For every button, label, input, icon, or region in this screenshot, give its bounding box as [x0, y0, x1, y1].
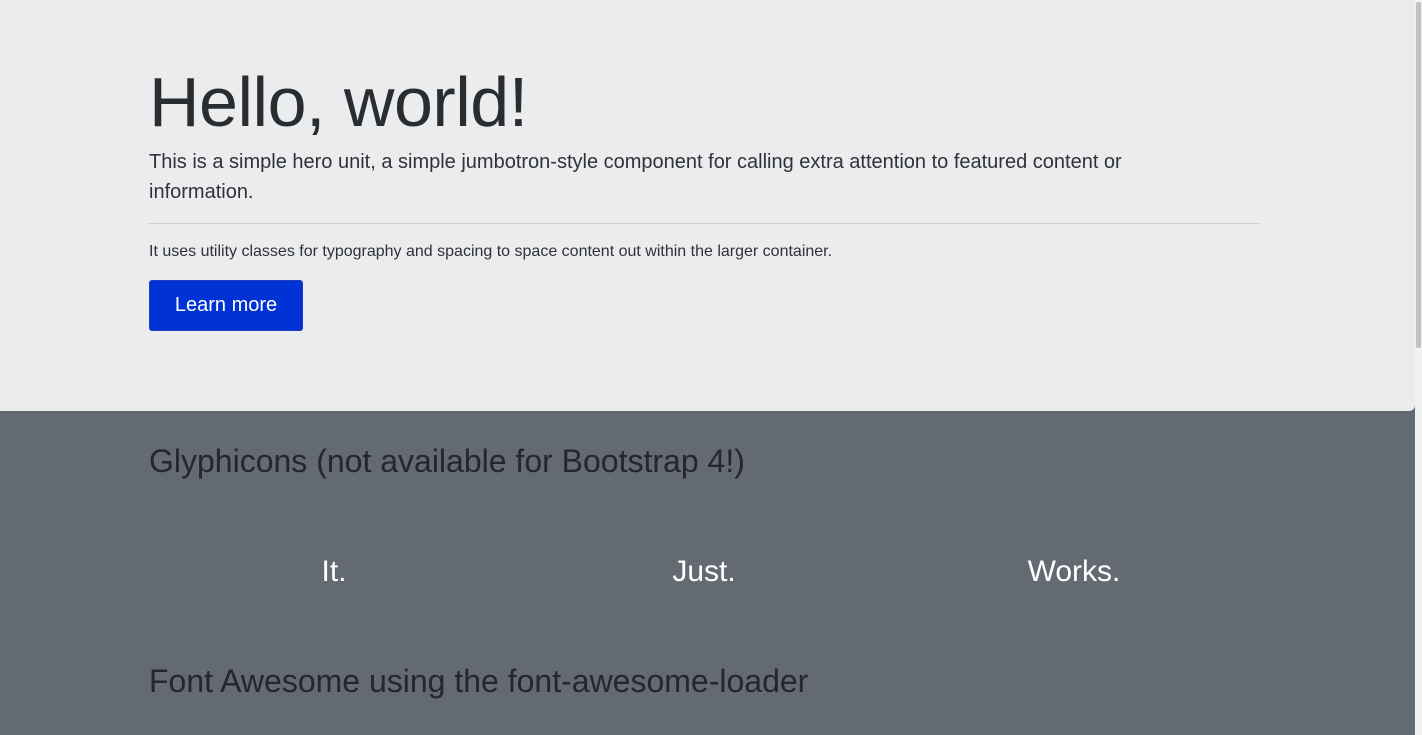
jumbotron: Hello, world! This is a simple hero unit… [0, 0, 1415, 411]
hero-lead-text: This is a simple hero unit, a simple jum… [149, 151, 1122, 203]
glyphicons-words-row: It. Just. Works. [149, 550, 1259, 594]
glyphicons-section-title: Glyphicons (not available for Bootstrap … [149, 443, 745, 479]
vertical-scrollbar[interactable] [1415, 0, 1422, 735]
hero-body-text: It uses utility classes for typography a… [149, 243, 833, 260]
learn-more-button[interactable]: Learn more [149, 280, 303, 331]
font-awesome-section-title: Font Awesome using the font-awesome-load… [149, 663, 809, 699]
hero-title: Hello, world! [149, 63, 528, 141]
scrollbar-thumb[interactable] [1416, 2, 1421, 348]
word-it: It. [321, 555, 347, 588]
word-just: Just. [672, 555, 736, 588]
hero-divider [149, 223, 1259, 224]
word-works: Works. [1027, 555, 1121, 588]
